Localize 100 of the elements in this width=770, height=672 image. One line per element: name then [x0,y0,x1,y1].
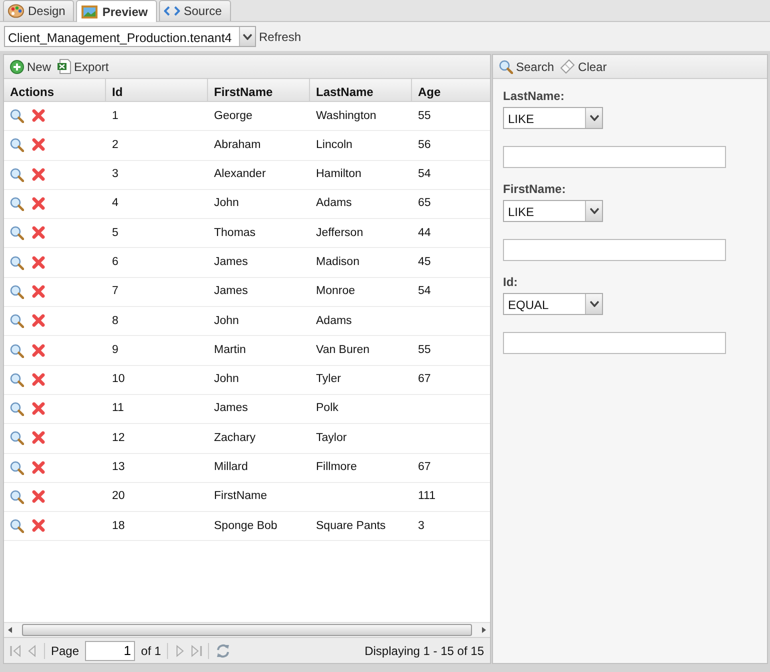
table-cell: 20 [112,490,125,502]
table-cell: Millard [214,461,248,474]
filter-label: LastName: [503,88,566,105]
clear-button[interactable]: Clear [560,58,607,76]
delete-icon[interactable] [32,168,45,181]
eraser-icon [560,59,576,74]
add-button[interactable]: New [10,58,52,76]
first-page-icon[interactable] [10,644,21,656]
filter-value-field[interactable] [503,146,726,168]
search-icon[interactable] [10,519,24,534]
refresh-icon[interactable] [215,642,232,658]
search-icon[interactable] [10,256,24,270]
table-cell: Tyler [316,373,341,386]
table-cell: John [214,314,239,327]
delete-icon[interactable] [32,519,45,532]
table-cell: Zachary [214,432,256,444]
table-cell: John [214,373,239,386]
search-icon[interactable] [10,138,24,152]
table-cell: Adams [316,197,352,210]
table-cell: Lincoln [316,138,352,151]
column-header[interactable]: LastName [310,79,412,101]
table-cell: 6 [112,256,118,268]
delete-icon[interactable] [32,344,45,357]
spreadsheet-icon [57,59,72,74]
table-cell: Hamilton [316,168,362,180]
delete-icon[interactable] [32,256,45,269]
table-cell: 3 [112,168,118,180]
delete-icon[interactable] [32,372,45,386]
table-cell: 54 [418,168,431,180]
search-icon[interactable] [10,314,24,328]
right-arrow-icon[interactable] [482,627,486,633]
caret-icon [243,34,252,40]
operator-select[interactable]: LIKE [503,200,603,222]
column-header[interactable]: Actions [4,79,106,101]
table-cell: 44 [418,226,431,239]
previous-page-icon[interactable] [27,644,38,656]
search-icon[interactable] [10,490,24,504]
table-cell: 13 [112,461,125,474]
tab[interactable]: Source [158,0,231,21]
search-icon[interactable] [10,226,24,240]
page-count: of 1 [141,642,162,660]
column-header[interactable]: FirstName [208,79,310,101]
excel-button[interactable]: Export [57,58,109,76]
search-button[interactable]: Search [499,58,554,76]
refresh-button[interactable]: Refresh [259,28,302,46]
page-field[interactable]: 1 [85,640,136,660]
delete-icon[interactable] [32,284,45,298]
table-cell: Thomas [214,226,256,239]
table-cell: Van Buren [316,344,370,356]
delete-icon[interactable] [32,460,45,474]
table-cell: Taylor [316,432,347,444]
next-page-icon[interactable] [174,644,186,656]
tab[interactable]: Preview [76,0,157,22]
last-page-icon[interactable] [191,644,202,656]
table-cell: 8 [112,314,118,327]
table-cell: Fillmore [316,461,357,474]
table-cell: Abraham [214,138,261,151]
delete-icon[interactable] [32,490,45,503]
left-arrow-icon[interactable] [8,627,12,633]
table-cell: James [214,285,248,298]
search-icon[interactable] [10,402,24,416]
filter-value-field[interactable] [503,239,726,261]
delete-icon[interactable] [32,431,45,444]
operator-select[interactable]: LIKE [503,107,603,129]
table-cell: Washington [316,110,376,122]
delete-icon[interactable] [32,109,45,122]
code-icon [164,5,180,17]
datasource-select[interactable]: Client_Management_Production.tenant4 [4,26,256,47]
table-cell: FirstName [214,490,268,502]
column-header[interactable]: Id [106,79,208,101]
table-cell: 7 [112,285,118,298]
search-icon[interactable] [10,284,24,299]
search-icon [499,60,513,74]
delete-icon[interactable] [32,226,45,240]
table-cell: 10 [112,373,125,386]
table-cell: 55 [418,344,431,356]
search-icon[interactable] [10,197,24,212]
table-cell: 65 [418,197,431,210]
filter-value-field[interactable] [503,332,726,354]
delete-icon[interactable] [32,314,45,328]
delete-icon[interactable] [32,138,45,152]
table-cell: Polk [316,402,338,414]
table-cell: Sponge Bob [214,520,278,532]
search-icon[interactable] [10,344,24,358]
search-icon[interactable] [10,372,24,387]
tab[interactable]: Design [3,0,74,21]
table-cell: Alexander [214,168,266,180]
operator-select[interactable]: EQUAL [503,293,603,315]
search-icon[interactable] [10,168,24,182]
search-icon[interactable] [10,109,24,124]
table-cell: Madison [316,256,360,268]
caret-icon [590,115,598,121]
table-cell: 2 [112,138,118,151]
delete-icon[interactable] [32,402,45,416]
search-icon[interactable] [10,460,24,475]
delete-icon[interactable] [32,197,45,210]
search-icon[interactable] [10,431,24,446]
table-cell: 67 [418,461,431,474]
table-cell: Monroe [316,285,355,298]
horizontal-scrollbar[interactable] [4,622,490,637]
